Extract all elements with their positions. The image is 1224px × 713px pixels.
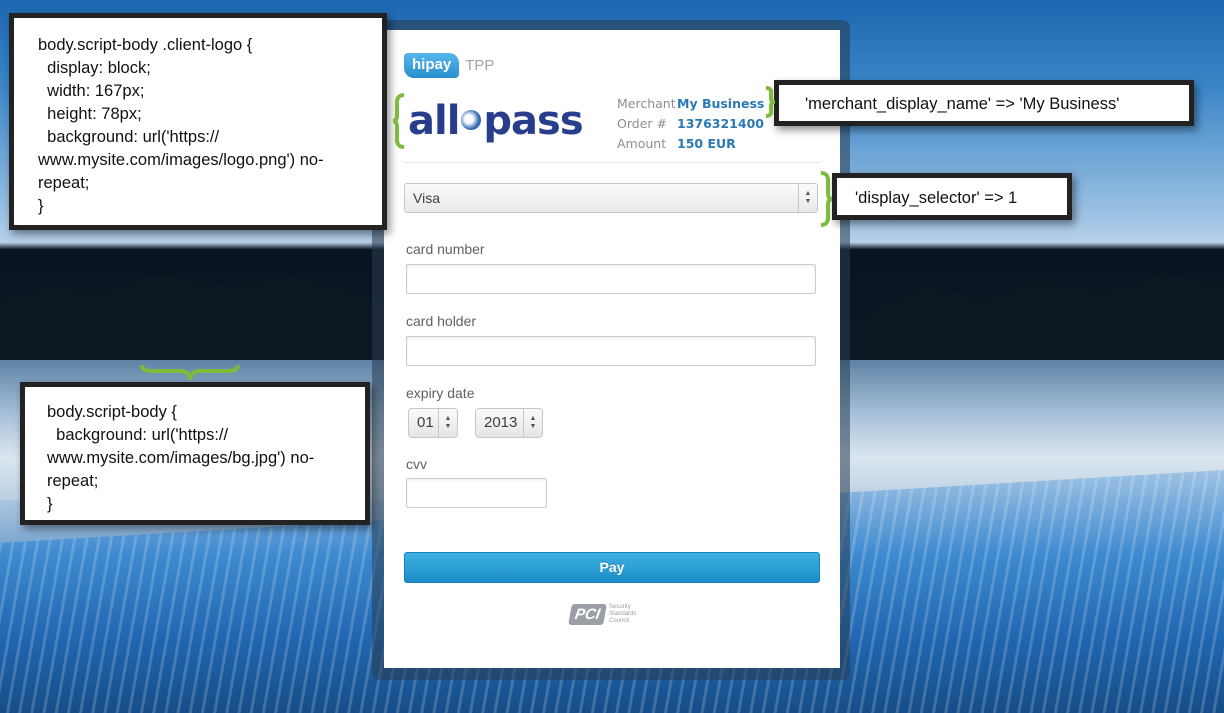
select-arrows-icon: ▲ ▼ [438,409,457,437]
hipay-logo: hipay TPP [404,52,494,78]
client-logo: all pass [408,98,584,144]
pci-logo: PCI Security Standards Council [568,604,649,625]
bg-css-note: body.script-body { background: url('http… [20,382,370,525]
merchant-row: Merchant My Business [617,94,764,114]
display-selector-note: 'display_selector' => 1 [832,173,1072,220]
amount-row: Amount 150 EUR [617,134,764,154]
cvv-label: cvv [406,456,427,472]
header-divider [404,162,820,163]
display-selector-text: 'display_selector' => 1 [855,189,1018,207]
tpp-label: TPP [465,56,495,74]
order-row: Order # 1376321400 [617,114,764,134]
pay-button[interactable]: Pay [404,552,820,583]
amount-label: Amount [617,136,667,151]
amount-value: 150 EUR [677,136,736,151]
merchant-info: Merchant My Business Order # 1376321400 … [617,94,764,154]
expiry-year-value: 2013 [484,414,518,431]
merchant-value: My Business [677,96,765,111]
card-type-select[interactable]: Visa ▲ ▼ [404,183,818,213]
client-logo-dot-icon [461,110,482,130]
selector-brace-icon [820,171,833,227]
expiry-year-select[interactable]: 2013 ▲ ▼ [475,408,543,438]
logo-css-note: body.script-body .client-logo { display:… [9,13,387,230]
expiry-date-label: expiry date [406,385,475,401]
order-value: 1376321400 [677,116,764,131]
merchant-display-name-text: 'merchant_display_name' => 'My Business' [805,95,1120,113]
order-label: Order # [617,116,667,131]
merchant-brace-icon [765,86,776,118]
expiry-month-value: 01 [417,414,434,431]
expiry-month-select[interactable]: 01 ▲ ▼ [408,408,458,438]
logo-brace-icon [392,93,405,149]
pci-mark: PCI [568,604,607,625]
logo-css-text: body.script-body .client-logo { display:… [38,36,324,215]
select-arrows-icon: ▲ ▼ [798,184,817,212]
client-logo-text-right: pass [483,98,583,144]
card-type-value: Visa [413,190,440,206]
card-holder-label: card holder [406,313,477,329]
card-number-input[interactable] [406,264,816,294]
hipay-brand: hipay [404,52,460,78]
select-arrows-icon: ▲ ▼ [523,409,542,437]
cvv-input[interactable] [406,478,547,508]
card-number-label: card number [406,241,485,257]
background-brace-icon [140,364,240,380]
client-logo-text-left: all [408,98,460,144]
bg-css-text: body.script-body { background: url('http… [47,403,315,513]
card-holder-input[interactable] [406,336,816,366]
merchant-label: Merchant [617,96,676,111]
pci-text: Security Standards Council [609,604,637,624]
payment-panel: hipay TPP all pass Merchant My Business O… [384,30,840,668]
merchant-display-name-note: 'merchant_display_name' => 'My Business' [774,80,1194,126]
